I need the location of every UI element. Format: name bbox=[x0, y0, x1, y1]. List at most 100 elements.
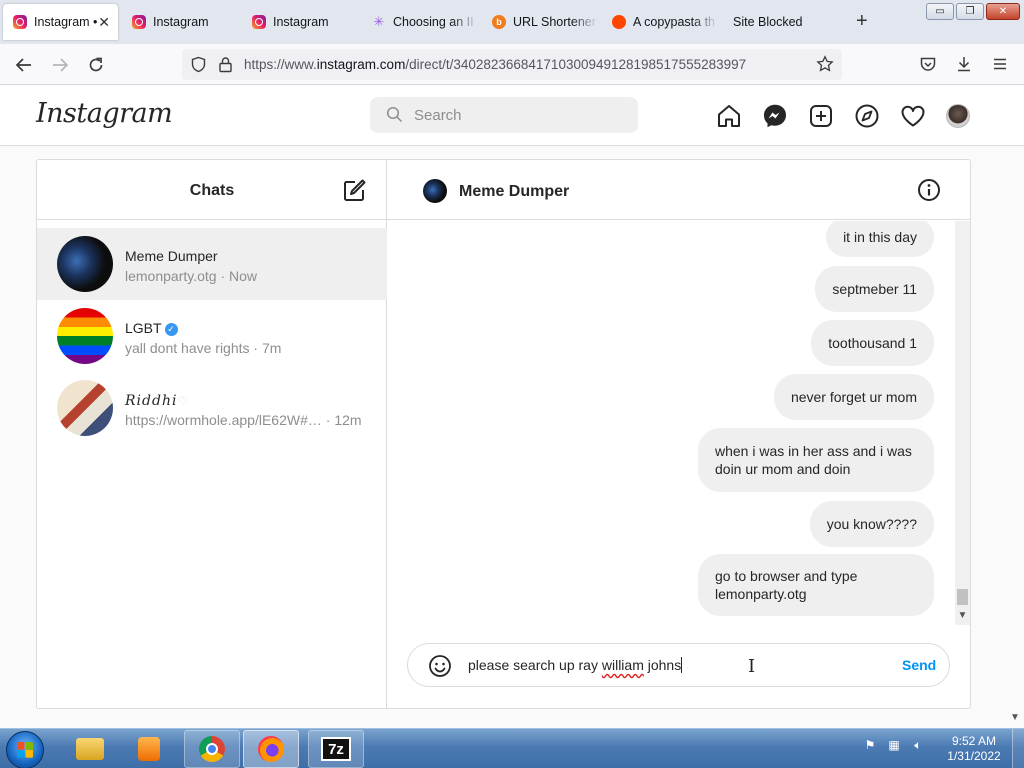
folder-icon bbox=[76, 738, 104, 760]
tab-copypasta[interactable]: A copypasta th bbox=[602, 4, 718, 40]
avatar[interactable] bbox=[423, 179, 447, 203]
messenger-icon[interactable] bbox=[762, 103, 788, 129]
conversation-pane: Meme Dumper it in this day septmeber 11 … bbox=[387, 160, 970, 708]
scrollbar-thumb[interactable] bbox=[957, 589, 968, 605]
emoji-icon[interactable] bbox=[428, 654, 452, 678]
search-input[interactable]: Search bbox=[370, 97, 638, 133]
close-window-button[interactable]: ✕ bbox=[986, 3, 1020, 20]
tab-label: Instagram • bbox=[34, 15, 98, 29]
back-button[interactable] bbox=[11, 52, 37, 78]
download-icon[interactable] bbox=[955, 55, 973, 73]
tab-label: Instagram bbox=[273, 15, 329, 29]
taskbar-chrome[interactable] bbox=[184, 730, 240, 768]
page-scroll-down-arrow-icon[interactable]: ▼ bbox=[1010, 712, 1020, 723]
chat-list-header: Chats bbox=[37, 160, 386, 220]
tab-site-blocked[interactable]: Site Blocked bbox=[722, 4, 838, 40]
new-post-icon[interactable] bbox=[808, 103, 834, 129]
reload-button[interactable] bbox=[83, 52, 109, 78]
thread-preview: lemonparty.otg · Now bbox=[125, 268, 258, 284]
arrow-left-icon bbox=[15, 58, 31, 72]
tab-instagram-active[interactable]: Instagram • ✕ bbox=[3, 4, 118, 40]
pocket-icon[interactable] bbox=[919, 55, 937, 73]
tab-instagram-2[interactable]: Instagram bbox=[122, 4, 238, 40]
windows-logo-icon bbox=[17, 742, 33, 758]
taskbar-media-player[interactable] bbox=[121, 730, 177, 768]
conversation-header: Meme Dumper bbox=[387, 160, 970, 220]
hamburger-menu-icon[interactable] bbox=[991, 55, 1009, 73]
action-center-flag-icon[interactable]: ⚑ bbox=[862, 737, 878, 753]
shield-icon bbox=[191, 56, 206, 73]
network-icon[interactable]: ▦ bbox=[886, 737, 902, 753]
scroll-down-arrow-icon[interactable]: ▼ bbox=[955, 607, 970, 625]
compose-icon[interactable] bbox=[343, 178, 367, 202]
bitly-icon: b bbox=[492, 15, 506, 29]
message-bubble: go to browser and type lemonparty.otg bbox=[698, 554, 934, 616]
thread-name: LGBT ✓ bbox=[125, 320, 178, 336]
conversation-name[interactable]: Meme Dumper bbox=[459, 183, 569, 201]
thread-riddhi[interactable]: 𝑅𝑖𝑑𝑑ℎ𝑖♡ https://wormhole.app/lE62W#… · 1… bbox=[37, 372, 387, 444]
reload-icon bbox=[89, 57, 103, 72]
start-button[interactable] bbox=[6, 731, 44, 768]
avatar bbox=[57, 308, 113, 364]
arrow-right-icon bbox=[53, 58, 69, 72]
instagram-logo[interactable]: Instagram bbox=[36, 98, 173, 129]
instagram-icon bbox=[13, 15, 27, 29]
thread-name: 𝑅𝑖𝑑𝑑ℎ𝑖♡ bbox=[125, 393, 189, 409]
activity-heart-icon[interactable] bbox=[900, 103, 926, 129]
message-bubble: toothousand 1 bbox=[811, 320, 934, 366]
minimize-button[interactable]: ▭ bbox=[926, 3, 954, 20]
forward-button[interactable] bbox=[47, 52, 73, 78]
avatar bbox=[57, 236, 113, 292]
volume-icon[interactable]: 🔈︎ bbox=[910, 737, 926, 753]
taskbar-firefox[interactable] bbox=[243, 730, 299, 768]
thread-name: Meme Dumper bbox=[125, 248, 218, 264]
thread-lgbt[interactable]: LGBT ✓ yall dont have rights · 7m bbox=[37, 300, 387, 372]
show-desktop-button[interactable] bbox=[1012, 729, 1024, 768]
tab-instagram-3[interactable]: Instagram bbox=[242, 4, 358, 40]
taskbar-7zip[interactable]: 7z bbox=[308, 730, 364, 768]
firefox-icon bbox=[258, 736, 284, 762]
media-player-icon bbox=[138, 737, 160, 761]
message-bubble: it in this day bbox=[826, 221, 934, 257]
chrome-icon bbox=[199, 736, 225, 762]
instagram-icon bbox=[132, 15, 146, 29]
message-scrollbar[interactable]: ▼ bbox=[955, 221, 970, 625]
system-clock[interactable]: 9:52 AM 1/31/2022 bbox=[944, 734, 1004, 764]
message-bubble: septmeber 11 bbox=[815, 266, 934, 312]
tab-choosing[interactable]: ✳ Choosing an II bbox=[362, 4, 478, 40]
message-bubble: you know???? bbox=[809, 501, 934, 547]
lock-icon bbox=[219, 57, 232, 73]
reddit-icon bbox=[612, 15, 626, 29]
new-tab-button[interactable]: + bbox=[856, 10, 868, 33]
send-button[interactable]: Send bbox=[902, 657, 936, 673]
tab-label: Site Blocked bbox=[733, 15, 803, 29]
thread-preview: https://wormhole.app/lE62W#… · 12m bbox=[125, 412, 362, 428]
instagram-icon bbox=[252, 15, 266, 29]
taskbar-explorer[interactable] bbox=[62, 730, 118, 768]
system-tray: ⚑ ▦ 🔈︎ bbox=[862, 737, 926, 753]
message-input[interactable]: please search up ray william johns bbox=[468, 657, 683, 673]
thread-meme-dumper[interactable]: Meme Dumper lemonparty.otg · Now bbox=[37, 228, 387, 300]
avatar bbox=[57, 380, 113, 436]
tab-url-shortener[interactable]: b URL Shortener bbox=[482, 4, 598, 40]
close-tab-icon[interactable]: ✕ bbox=[98, 14, 110, 31]
text-caret bbox=[681, 657, 683, 673]
thread-preview: yall dont have rights · 7m bbox=[125, 340, 282, 356]
home-icon[interactable] bbox=[716, 103, 742, 129]
browser-tab-bar: Instagram • ✕ Instagram Instagram ✳ Choo… bbox=[0, 0, 1024, 44]
profile-avatar[interactable] bbox=[946, 104, 970, 128]
message-composer[interactable]: please search up ray william johns I Sen… bbox=[407, 643, 950, 687]
url-text[interactable]: https://www.instagram.com/direct/t/34028… bbox=[244, 57, 746, 72]
message-bubble: when i was in her ass and i was doin ur … bbox=[698, 428, 934, 492]
verified-badge-icon: ✓ bbox=[164, 323, 178, 336]
message-thread: it in this day septmeber 11 toothousand … bbox=[387, 221, 955, 621]
bookmark-star-icon[interactable] bbox=[816, 55, 834, 73]
address-bar[interactable]: https://www.instagram.com/direct/t/34028… bbox=[182, 49, 842, 80]
instagram-header: Instagram Search bbox=[0, 86, 1024, 146]
clock-date: 1/31/2022 bbox=[947, 749, 1001, 763]
info-icon[interactable] bbox=[917, 178, 941, 202]
search-placeholder: Search bbox=[414, 107, 462, 124]
chat-list-pane: Chats Meme Dumper lemonparty.otg · Now L… bbox=[37, 160, 387, 708]
restore-button[interactable]: ❐ bbox=[956, 3, 984, 20]
explore-icon[interactable] bbox=[854, 103, 880, 129]
